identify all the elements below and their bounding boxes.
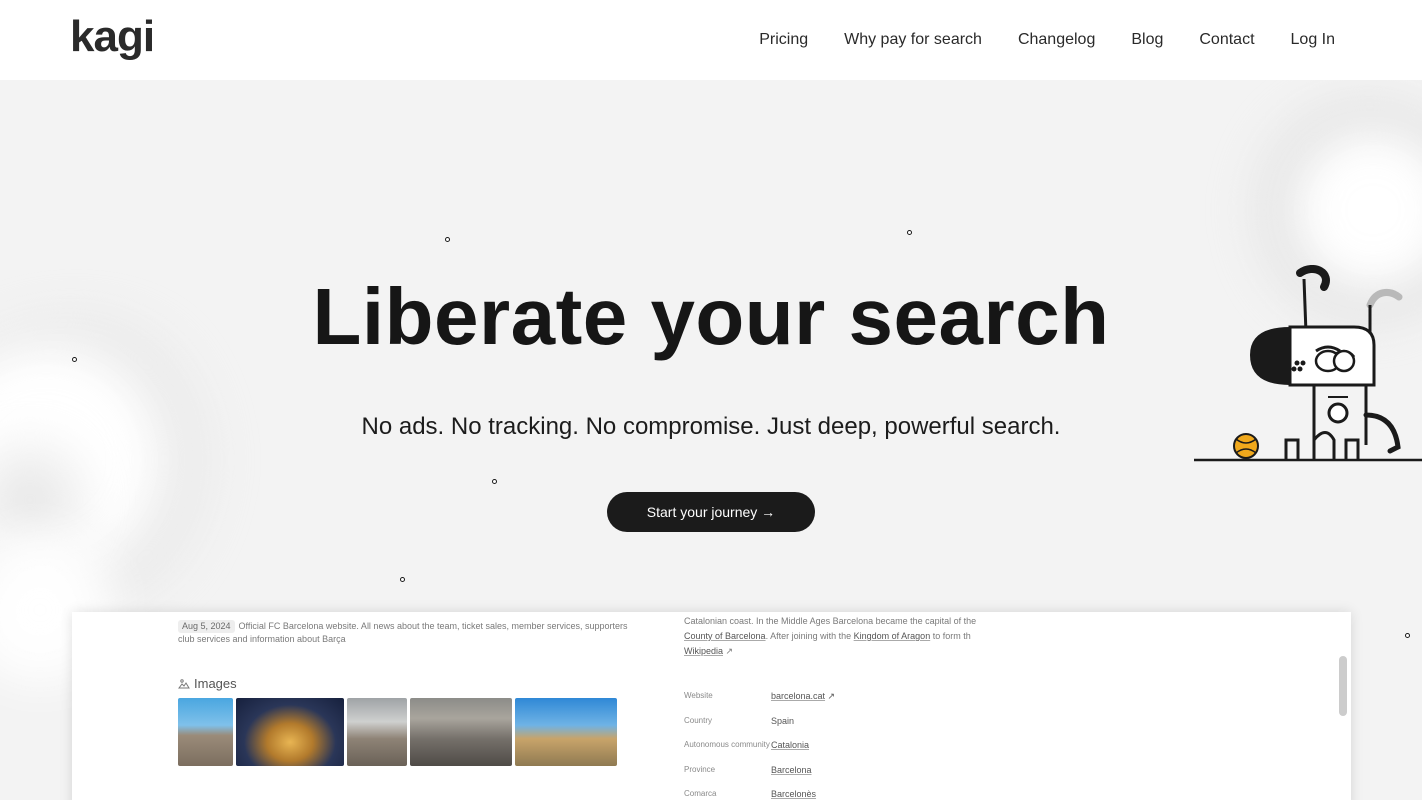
sparkle-dot [1405,633,1410,638]
kingdom-of-aragon-link[interactable]: Kingdom of Aragon [854,631,931,641]
image-thumbnail[interactable] [410,698,512,766]
sparkle-dot [400,577,405,582]
result-snippet-text: Official FC Barcelona website. All news … [178,621,628,644]
fact-key: Country [684,715,713,725]
fact-value-link[interactable]: Barcelonès [771,782,816,800]
start-journey-button[interactable]: Start your journey → [607,492,815,532]
nav-changelog-link[interactable]: Changelog [1018,30,1095,50]
image-thumbnail[interactable] [178,698,233,766]
nav-blog-link[interactable]: Blog [1131,30,1163,50]
image-thumbnail[interactable] [515,698,617,766]
image-thumbnail[interactable] [236,698,344,766]
fact-key: Website [684,691,713,700]
kagi-logo[interactable]: kagi [70,13,170,67]
fact-value: Spain [771,715,795,726]
fact-key: Province [684,764,716,774]
knowledge-text: to form th [932,631,971,641]
images-icon [178,678,190,688]
hero-section: Liberate your search No ads. No tracking… [0,80,1422,800]
wikipedia-link[interactable]: Wikipedia [684,646,723,656]
knowledge-text: Catalonian coast. In the Middle Ages Bar… [684,616,977,626]
sparkle-dot [445,237,450,242]
logo-text: kagi [70,13,154,61]
county-of-barcelona-link[interactable]: County of Barcelona [684,631,766,641]
top-navigation-bar: kagi Pricing Why pay for search Changelo… [0,0,1422,80]
result-snippet: Aug 5, 2024 Official FC Barcelona website… [178,620,638,646]
website-link[interactable]: barcelona.cat [771,684,825,709]
nav-pricing-link[interactable]: Pricing [759,30,808,50]
fact-value-link[interactable]: Barcelona [771,758,812,783]
main-nav: Pricing Why pay for search Changelog Blo… [759,30,1335,50]
nav-why-pay-link[interactable]: Why pay for search [844,30,982,50]
fact-key: Comarca [684,789,717,798]
doggo-mascot-illustration [1194,265,1422,462]
nav-login-link[interactable]: Log In [1291,30,1335,50]
knowledge-panel-facts: Website barcelona.cat ↗ Country Spain Au… [684,684,1004,800]
image-thumbnails [178,698,617,766]
search-results-preview: Aug 5, 2024 Official FC Barcelona website… [72,612,1351,800]
fact-row: Website barcelona.cat ↗ [684,684,1004,709]
nav-contact-link[interactable]: Contact [1199,30,1254,50]
sparkle-dot [492,479,497,484]
knowledge-text: . After joining with the [765,631,852,641]
fact-row: Province Barcelona [684,758,1004,783]
images-section-heading: Images [178,676,237,691]
fact-row: Autonomous community Catalonia [684,733,1004,758]
external-link-icon: ↗ [725,646,734,656]
fact-key: Autonomous community [684,740,770,749]
external-link-icon: ↗ [825,691,836,701]
fact-row: Comarca Barcelonès [684,782,1004,800]
fact-row: Country Spain [684,709,1004,734]
preview-scrollbar[interactable] [1339,656,1347,716]
result-date-badge: Aug 5, 2024 [178,620,235,633]
result-snippet-block: Aug 5, 2024 Official FC Barcelona website… [178,620,638,646]
fact-value-link[interactable]: Catalonia [771,733,809,758]
image-thumbnail[interactable] [347,698,407,766]
images-label: Images [194,676,237,691]
knowledge-panel-summary: Catalonian coast. In the Middle Ages Bar… [684,614,1004,659]
sparkle-dot [907,230,912,235]
